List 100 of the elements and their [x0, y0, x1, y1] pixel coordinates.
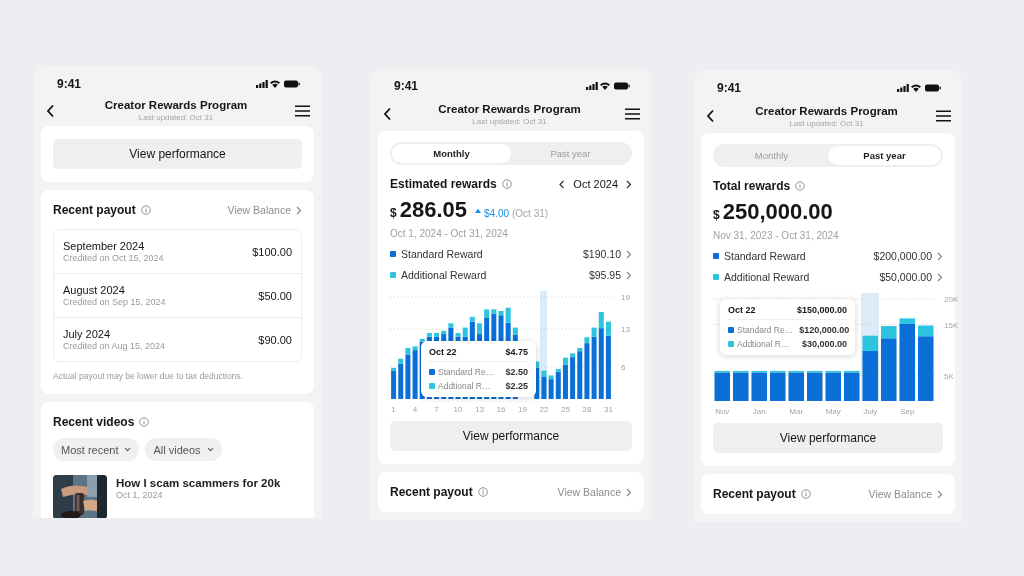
- chevron-down-icon: [124, 447, 132, 452]
- screen-title: Creator Rewards Program: [104, 99, 248, 111]
- tooltip-total: $150,000.00: [796, 305, 847, 315]
- tooltip-total: $4.75: [505, 347, 528, 357]
- credited-date: Credited on Aug 15, 2024: [63, 341, 166, 351]
- reward-amount: $200,000.00: [873, 250, 932, 262]
- tooltip-date: Oct 22: [728, 305, 756, 315]
- status-time: 9:41: [394, 79, 419, 93]
- x-tick-label: 16: [496, 405, 506, 414]
- tooltip-date: Oct 22: [429, 347, 457, 357]
- credited-date: Credited on Sep 15, 2024: [63, 297, 166, 307]
- period-label: Oct 2024: [573, 178, 618, 190]
- view-balance-link[interactable]: View Balance: [557, 486, 621, 498]
- view-performance-button[interactable]: View performance: [390, 421, 632, 451]
- x-tick-label: Jan: [752, 407, 766, 416]
- date-range: Nov 31, 2023 - Oct 31, 2024: [713, 230, 840, 241]
- tooltip-value: $2.25: [505, 381, 528, 391]
- change-date: (Oct 31): [512, 208, 549, 219]
- screen-title: Creator Rewards Program: [438, 102, 581, 115]
- info-icon[interactable]: [501, 179, 512, 189]
- payout-note: Actual payout may be lower due to tax deductions.: [53, 371, 244, 381]
- x-tick-label: Sep: [900, 407, 915, 416]
- y-tick-label: 13: [621, 325, 630, 335]
- y-tick-label: 19: [621, 293, 630, 302]
- tooltip-label: Addtional R…: [737, 339, 790, 349]
- x-tick-label: July: [863, 407, 878, 416]
- payout-amount: $100.00: [252, 245, 292, 258]
- last-updated: Last updated: Oct 31: [138, 113, 214, 122]
- info-icon[interactable]: [140, 205, 151, 215]
- view-balance-link[interactable]: View Balance: [227, 204, 291, 216]
- chevron-right-icon: [937, 489, 943, 499]
- total-amount: 286.05: [399, 197, 467, 223]
- total-amount: 250,000.00: [722, 199, 833, 225]
- last-updated: Last updated: Oct 31: [789, 118, 864, 128]
- menu-icon[interactable]: [625, 108, 640, 120]
- x-tick-label: 25: [561, 405, 570, 414]
- reward-amount: $190.10: [583, 248, 621, 260]
- video-title[interactable]: How I scam scammers for 20k: [116, 477, 281, 489]
- chevron-right-icon: [626, 487, 632, 497]
- date-range: Oct 1, 2024 - Oct 31, 2024: [390, 228, 509, 239]
- tooltip-label: Standard Re…: [737, 325, 794, 335]
- tooltip-value: $30,000.00: [801, 339, 847, 349]
- tooltip-value: $2.50: [505, 367, 528, 377]
- x-tick-label: 28: [582, 405, 592, 414]
- section-title: Recent payout: [53, 203, 136, 217]
- y-tick-label: 15K: [944, 320, 958, 330]
- status-time: 9:41: [57, 77, 82, 91]
- chevron-down-icon: [206, 447, 214, 452]
- increase-icon: [475, 207, 481, 213]
- view-performance-button[interactable]: View performance: [713, 423, 943, 453]
- x-tick-label: 10: [453, 405, 463, 414]
- tooltip-value: $120,000.00: [799, 325, 850, 335]
- x-tick-label: Nov: [715, 407, 730, 416]
- reward-type: Standard Reward: [401, 248, 483, 260]
- x-tick-label: 7: [434, 405, 439, 414]
- payout-amount: $50.00: [258, 289, 292, 302]
- view-performance-button[interactable]: View performance: [53, 139, 302, 169]
- status-icons: [897, 83, 941, 93]
- change-amount: $4.00: [484, 208, 509, 219]
- y-tick-label: 6: [621, 362, 626, 372]
- reward-amount: $95.95: [588, 269, 621, 281]
- info-icon[interactable]: [795, 181, 806, 191]
- payout-month: August 2024: [63, 284, 126, 296]
- payout-month: September 2024: [63, 240, 146, 252]
- chevron-right-icon: [296, 205, 302, 215]
- x-tick-label: 22: [539, 405, 549, 414]
- x-tick-label: 31: [603, 405, 613, 414]
- chevron-right-icon[interactable]: [626, 179, 632, 189]
- reward-type: Additional Reward: [724, 271, 810, 283]
- filter-dropdown[interactable]: Most recent: [53, 438, 140, 461]
- info-icon[interactable]: [477, 487, 488, 497]
- menu-icon[interactable]: [936, 110, 951, 122]
- section-title: Recent payout: [713, 487, 796, 501]
- view-balance-link[interactable]: View Balance: [868, 488, 932, 500]
- screen-title: Creator Rewards Program: [755, 104, 898, 117]
- reward-type: Additional Reward: [401, 269, 487, 281]
- section-title: Estimated rewards: [390, 177, 497, 191]
- info-icon[interactable]: [139, 417, 150, 427]
- payout-amount: $90.00: [258, 333, 292, 346]
- info-icon[interactable]: [800, 489, 811, 499]
- reward-amount: $50,000.00: [879, 271, 932, 283]
- filter-dropdown[interactable]: All videos: [145, 438, 222, 461]
- credited-date: Credited on Oct 15, 2024: [63, 253, 164, 263]
- x-tick-label: 4: [412, 405, 418, 414]
- tooltip-label: Addtional R…: [438, 381, 491, 391]
- status-icons: [256, 79, 300, 89]
- status-icons: [586, 81, 630, 91]
- menu-icon[interactable]: [295, 104, 310, 117]
- payout-month: July 2024: [63, 328, 112, 340]
- period-tab[interactable]: Past year: [828, 146, 941, 165]
- section-title: Total rewards: [713, 179, 791, 193]
- chevron-left-icon[interactable]: [559, 179, 566, 189]
- section-title: Recent videos: [53, 415, 135, 429]
- x-tick-label: 19: [518, 405, 527, 414]
- x-tick-label: 1: [391, 405, 396, 414]
- x-tick-label: Mar: [789, 407, 804, 416]
- tooltip-label: Standard Re…: [438, 367, 495, 377]
- x-tick-label: May: [825, 407, 841, 416]
- period-tab[interactable]: Monthly: [392, 144, 511, 163]
- currency-sign: $: [390, 206, 397, 220]
